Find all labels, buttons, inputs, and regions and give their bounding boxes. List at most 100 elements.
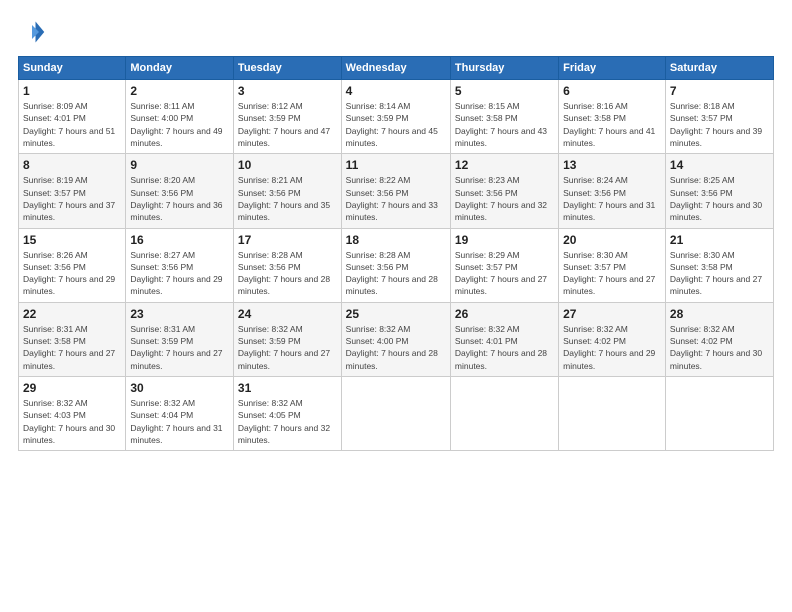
day-number: 13 [563, 158, 661, 172]
day-number: 20 [563, 233, 661, 247]
day-number: 29 [23, 381, 121, 395]
day-number: 31 [238, 381, 337, 395]
table-row: 15 Sunrise: 8:26 AMSunset: 3:56 PMDayligh… [19, 228, 126, 302]
table-row: 2 Sunrise: 8:11 AMSunset: 4:00 PMDaylight… [126, 80, 234, 154]
day-number: 11 [346, 158, 446, 172]
day-number: 7 [670, 84, 769, 98]
day-number: 17 [238, 233, 337, 247]
calendar-week-row: 8 Sunrise: 8:19 AMSunset: 3:57 PMDaylight… [19, 154, 774, 228]
col-monday: Monday [126, 57, 234, 80]
table-row: 9 Sunrise: 8:20 AMSunset: 3:56 PMDaylight… [126, 154, 234, 228]
table-row: 27 Sunrise: 8:32 AMSunset: 4:02 PMDayligh… [559, 302, 666, 376]
day-info: Sunrise: 8:32 AMSunset: 4:01 PMDaylight:… [455, 323, 554, 372]
table-row: 20 Sunrise: 8:30 AMSunset: 3:57 PMDayligh… [559, 228, 666, 302]
day-number: 12 [455, 158, 554, 172]
day-number: 15 [23, 233, 121, 247]
day-number: 8 [23, 158, 121, 172]
day-info: Sunrise: 8:31 AMSunset: 3:59 PMDaylight:… [130, 323, 229, 372]
table-row: 4Sunrise: 8:14 AMSunset: 3:59 PMDaylight… [341, 80, 450, 154]
table-row: 17Sunrise: 8:28 AMSunset: 3:56 PMDayligh… [233, 228, 341, 302]
day-info: Sunrise: 8:22 AMSunset: 3:56 PMDaylight:… [346, 174, 446, 223]
table-row: 10 Sunrise: 8:21 AMSunset: 3:56 PMDayligh… [233, 154, 341, 228]
table-row: 7Sunrise: 8:18 AMSunset: 3:57 PMDaylight… [665, 80, 773, 154]
calendar-header-row: Sunday Monday Tuesday Wednesday Thursday… [19, 57, 774, 80]
day-info: Sunrise: 8:31 AMSunset: 3:58 PMDaylight:… [23, 323, 121, 372]
day-number: 24 [238, 307, 337, 321]
day-number: 25 [346, 307, 446, 321]
day-info: Sunrise: 8:20 AMSunset: 3:56 PMDaylight:… [130, 174, 229, 223]
table-row: 14 Sunrise: 8:25 AMSunset: 3:56 PMDayligh… [665, 154, 773, 228]
col-tuesday: Tuesday [233, 57, 341, 80]
day-info: Sunrise: 8:32 AMSunset: 4:04 PMDaylight:… [130, 397, 229, 446]
table-row: 16 Sunrise: 8:27 AMSunset: 3:56 PMDayligh… [126, 228, 234, 302]
day-number: 2 [130, 84, 229, 98]
table-row: 13 Sunrise: 8:24 AMSunset: 3:56 PMDayligh… [559, 154, 666, 228]
day-number: 27 [563, 307, 661, 321]
day-number: 16 [130, 233, 229, 247]
day-info: Sunrise: 8:32 AMSunset: 4:02 PMDaylight:… [563, 323, 661, 372]
table-row: 21Sunrise: 8:30 AMSunset: 3:58 PMDayligh… [665, 228, 773, 302]
day-number: 1 [23, 84, 121, 98]
day-number: 18 [346, 233, 446, 247]
day-number: 4 [346, 84, 446, 98]
table-row: 18 Sunrise: 8:28 AMSunset: 3:56 PMDayligh… [341, 228, 450, 302]
table-row: 8 Sunrise: 8:19 AMSunset: 3:57 PMDaylight… [19, 154, 126, 228]
calendar-week-row: 22 Sunrise: 8:31 AMSunset: 3:58 PMDayligh… [19, 302, 774, 376]
day-info: Sunrise: 8:28 AMSunset: 3:56 PMDaylight:… [346, 249, 446, 298]
day-info: Sunrise: 8:23 AMSunset: 3:56 PMDaylight:… [455, 174, 554, 223]
day-number: 19 [455, 233, 554, 247]
day-number: 6 [563, 84, 661, 98]
day-info: Sunrise: 8:32 AMSunset: 4:00 PMDaylight:… [346, 323, 446, 372]
day-number: 9 [130, 158, 229, 172]
table-row [341, 377, 450, 451]
table-row [665, 377, 773, 451]
calendar-week-row: 1 Sunrise: 8:09 AMSunset: 4:01 PMDaylight… [19, 80, 774, 154]
table-row: 19Sunrise: 8:29 AMSunset: 3:57 PMDayligh… [450, 228, 558, 302]
col-saturday: Saturday [665, 57, 773, 80]
day-info: Sunrise: 8:25 AMSunset: 3:56 PMDaylight:… [670, 174, 769, 223]
day-info: Sunrise: 8:12 AMSunset: 3:59 PMDaylight:… [238, 100, 337, 149]
logo-icon [18, 18, 46, 46]
table-row: 22 Sunrise: 8:31 AMSunset: 3:58 PMDayligh… [19, 302, 126, 376]
table-row: 11 Sunrise: 8:22 AMSunset: 3:56 PMDayligh… [341, 154, 450, 228]
day-info: Sunrise: 8:30 AMSunset: 3:57 PMDaylight:… [563, 249, 661, 298]
day-number: 10 [238, 158, 337, 172]
day-info: Sunrise: 8:32 AMSunset: 4:03 PMDaylight:… [23, 397, 121, 446]
day-number: 28 [670, 307, 769, 321]
day-number: 22 [23, 307, 121, 321]
table-row: 24 Sunrise: 8:32 AMSunset: 3:59 PMDayligh… [233, 302, 341, 376]
day-info: Sunrise: 8:15 AMSunset: 3:58 PMDaylight:… [455, 100, 554, 149]
day-number: 23 [130, 307, 229, 321]
logo [18, 18, 50, 46]
col-friday: Friday [559, 57, 666, 80]
day-number: 21 [670, 233, 769, 247]
day-number: 5 [455, 84, 554, 98]
day-info: Sunrise: 8:32 AMSunset: 3:59 PMDaylight:… [238, 323, 337, 372]
table-row: 30 Sunrise: 8:32 AMSunset: 4:04 PMDayligh… [126, 377, 234, 451]
day-info: Sunrise: 8:26 AMSunset: 3:56 PMDaylight:… [23, 249, 121, 298]
page: Sunday Monday Tuesday Wednesday Thursday… [0, 0, 792, 612]
day-info: Sunrise: 8:19 AMSunset: 3:57 PMDaylight:… [23, 174, 121, 223]
col-wednesday: Wednesday [341, 57, 450, 80]
calendar-week-row: 15 Sunrise: 8:26 AMSunset: 3:56 PMDayligh… [19, 228, 774, 302]
day-info: Sunrise: 8:27 AMSunset: 3:56 PMDaylight:… [130, 249, 229, 298]
day-number: 14 [670, 158, 769, 172]
table-row [450, 377, 558, 451]
day-info: Sunrise: 8:24 AMSunset: 3:56 PMDaylight:… [563, 174, 661, 223]
day-info: Sunrise: 8:09 AMSunset: 4:01 PMDaylight:… [23, 100, 121, 149]
day-number: 30 [130, 381, 229, 395]
table-row: 5 Sunrise: 8:15 AMSunset: 3:58 PMDaylight… [450, 80, 558, 154]
day-info: Sunrise: 8:11 AMSunset: 4:00 PMDaylight:… [130, 100, 229, 149]
day-info: Sunrise: 8:16 AMSunset: 3:58 PMDaylight:… [563, 100, 661, 149]
table-row: 3Sunrise: 8:12 AMSunset: 3:59 PMDaylight… [233, 80, 341, 154]
col-sunday: Sunday [19, 57, 126, 80]
table-row: 1 Sunrise: 8:09 AMSunset: 4:01 PMDaylight… [19, 80, 126, 154]
header [18, 18, 774, 46]
table-row: 25 Sunrise: 8:32 AMSunset: 4:00 PMDayligh… [341, 302, 450, 376]
col-thursday: Thursday [450, 57, 558, 80]
calendar-table: Sunday Monday Tuesday Wednesday Thursday… [18, 56, 774, 451]
table-row: 23 Sunrise: 8:31 AMSunset: 3:59 PMDayligh… [126, 302, 234, 376]
day-info: Sunrise: 8:21 AMSunset: 3:56 PMDaylight:… [238, 174, 337, 223]
table-row: 12 Sunrise: 8:23 AMSunset: 3:56 PMDayligh… [450, 154, 558, 228]
table-row: 26Sunrise: 8:32 AMSunset: 4:01 PMDayligh… [450, 302, 558, 376]
